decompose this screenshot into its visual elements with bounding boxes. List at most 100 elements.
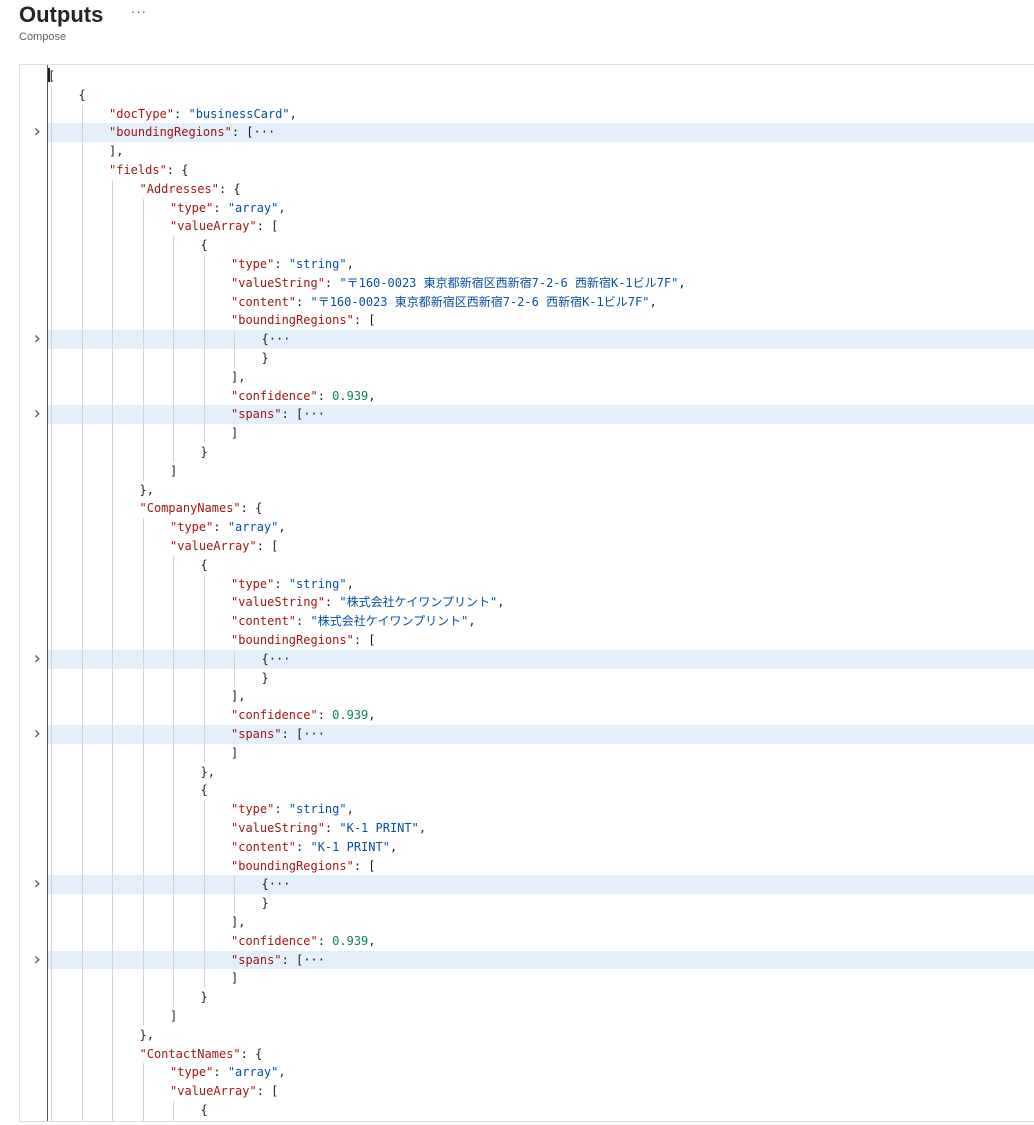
json-punctuation: :	[324, 821, 340, 835]
json-key: "spans"	[231, 407, 282, 422]
expand-chevron-icon[interactable]: ›	[30, 950, 44, 970]
expand-chevron-icon[interactable]: ›	[30, 649, 44, 669]
code-text: "content": "株式会社ケイワンプリント",	[231, 612, 476, 631]
more-options-icon[interactable]: ···	[131, 4, 147, 19]
code-text: }	[201, 988, 208, 1007]
json-key: "valueArray"	[170, 539, 257, 553]
json-key: "CompanyNames"	[139, 501, 241, 516]
collapsed-ellipsis[interactable]: ···	[269, 652, 291, 666]
collapsed-ellipsis[interactable]: ···	[303, 727, 325, 741]
json-punctuation: },	[200, 764, 215, 779]
code-line: › "boundingRegions": [···	[20, 123, 1034, 143]
code-line: [	[20, 67, 1034, 86]
json-key: "type"	[170, 520, 214, 535]
indent-guide	[142, 198, 144, 481]
code-text: ],	[231, 913, 245, 932]
json-punctuation: ,	[289, 106, 297, 121]
code-text: "valueArray": [	[170, 1082, 278, 1101]
indent-guide	[142, 1063, 144, 1121]
json-key: "type"	[170, 1065, 214, 1080]
code-line: "Addresses": {	[20, 180, 1034, 199]
json-punctuation: :	[296, 294, 311, 309]
json-punctuation: ,	[497, 595, 505, 610]
expand-chevron-icon[interactable]: ›	[30, 724, 44, 744]
json-number: 0.939	[332, 388, 369, 403]
json-punctuation: ,	[649, 294, 657, 309]
code-text: ]	[170, 1007, 177, 1026]
json-string: "株式会社ケイワンプリント"	[339, 595, 498, 610]
code-text: "Addresses": {	[140, 180, 241, 199]
json-string: "株式会社ケイワンプリント"	[310, 614, 469, 629]
json-punctuation: {	[261, 332, 269, 347]
json-punctuation: ,	[468, 614, 476, 629]
json-punctuation: :	[324, 275, 340, 290]
line-highlight	[48, 330, 1034, 349]
json-punctuation: },	[139, 482, 154, 497]
code-text: "valueArray": [	[170, 537, 278, 556]
collapsed-ellipsis[interactable]: ···	[303, 953, 325, 967]
code-text: "valueString": "〒160-0023 東京都新宿区西新宿7-2-6…	[231, 274, 686, 293]
json-key: "ContactNames"	[139, 1046, 241, 1061]
json-punctuation: :	[213, 1065, 228, 1080]
code-text: "ContactNames": {	[140, 1045, 263, 1064]
json-punctuation: : {	[166, 163, 189, 177]
collapsed-ellipsis[interactable]: ···	[269, 332, 291, 346]
code-text: }	[262, 669, 269, 688]
code-text: "valueString": "K-1 PRINT",	[231, 819, 426, 838]
collapsed-ellipsis[interactable]: ···	[254, 125, 276, 139]
code-line: "valueArray": [	[20, 537, 1034, 556]
json-string: "K-1 PRINT"	[310, 839, 390, 854]
line-highlight	[48, 950, 1034, 970]
indent-guide	[203, 255, 205, 443]
code-text: "confidence": 0.939,	[231, 932, 376, 951]
code-line: "valueArray": [	[20, 1082, 1034, 1101]
json-punctuation: :	[274, 802, 289, 817]
code-text: [	[48, 67, 55, 86]
code-text: "content": "K-1 PRINT",	[231, 838, 397, 857]
page-subtitle: Compose	[19, 31, 67, 43]
code-text: {···	[262, 330, 291, 349]
code-text: "fields": {	[109, 161, 188, 180]
code-text: ],	[109, 142, 123, 161]
code-text: {	[201, 236, 208, 255]
json-key: "content"	[231, 294, 297, 309]
code-line: "CompanyNames": {	[20, 499, 1034, 518]
collapsed-ellipsis[interactable]: ···	[303, 407, 325, 421]
indent-guide	[234, 875, 235, 913]
code-text: "spans": [···	[231, 405, 325, 424]
json-punctuation: ,	[346, 576, 354, 591]
expand-chevron-icon[interactable]: ›	[30, 875, 44, 894]
collapsed-ellipsis[interactable]: ···	[269, 877, 291, 891]
expand-chevron-icon[interactable]: ›	[30, 329, 44, 349]
json-punctuation: : {	[240, 501, 263, 516]
json-punctuation: ]	[231, 971, 239, 986]
indent-guide	[142, 518, 144, 1026]
json-punctuation: ,	[368, 388, 376, 403]
json-punctuation: : [	[353, 313, 376, 328]
json-string: "string"	[288, 257, 347, 271]
code-line: "fields": {	[20, 161, 1034, 180]
expand-chevron-icon[interactable]: ›	[30, 123, 44, 142]
json-string: "〒160-0023 東京都新宿区西新宿7-2-6 西新宿K-1ビル7F"	[339, 275, 679, 290]
json-key: "confidence"	[231, 388, 318, 403]
json-punctuation: : [	[231, 125, 254, 140]
code-text: },	[140, 1026, 154, 1045]
json-punctuation: ,	[278, 520, 286, 535]
json-key: "valueArray"	[170, 1084, 257, 1099]
json-punctuation: {	[200, 557, 208, 572]
json-punctuation: }	[261, 670, 269, 685]
json-key: "valueString"	[231, 275, 325, 290]
code-line: "ContactNames": {	[20, 1045, 1034, 1064]
indent-guide	[234, 649, 235, 688]
line-highlight	[48, 649, 1034, 669]
expand-chevron-icon[interactable]: ›	[30, 405, 44, 424]
json-key: "valueArray"	[170, 219, 257, 234]
code-line: ]	[20, 1007, 1034, 1026]
indent-guide	[112, 179, 113, 1121]
json-punctuation: ,	[346, 257, 354, 271]
code-text: {	[79, 86, 86, 105]
json-key: "Addresses"	[139, 181, 219, 196]
code-lines-container: [{"docType": "businessCard", › "boundingRe…	[20, 65, 1034, 1121]
json-code-viewer[interactable]: [{"docType": "businessCard", › "boundingRe…	[19, 64, 1034, 1122]
json-punctuation: },	[139, 1027, 154, 1042]
